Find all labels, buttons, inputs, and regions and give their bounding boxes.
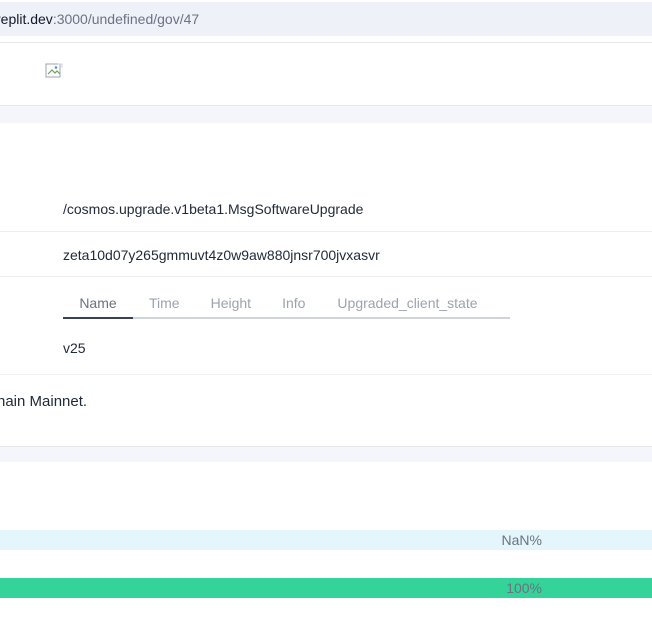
authority-row: zeta10d07y265gmmuvt4z0w9aw880jnsr700jvxa… (0, 232, 652, 277)
url-host: replit.dev (0, 11, 53, 27)
plan-row: Name Time Height Info Upgraded_client_st… (0, 277, 652, 375)
tally-progress-bar-2: 100% (0, 578, 652, 598)
message-type-value: /cosmos.upgrade.v1beta1.MsgSoftwareUpgra… (63, 201, 364, 217)
authority-value[interactable]: zeta10d07y265gmmuvt4z0w9aw880jnsr700jvxa… (63, 247, 380, 263)
section-divider (0, 447, 652, 462)
app-header: D (0, 42, 652, 106)
section-divider (0, 106, 652, 123)
tab-upgraded-client-state[interactable]: Upgraded_client_state (337, 289, 477, 319)
tab-height[interactable]: Height (211, 289, 251, 319)
tab-name[interactable]: Name (63, 289, 133, 319)
message-type-row: /cosmos.upgrade.v1beta1.MsgSoftwareUpgra… (0, 186, 652, 232)
plan-tabs: Name Time Height Info Upgraded_client_st… (63, 289, 510, 319)
broken-image-icon (45, 63, 63, 78)
browser-address-bar[interactable]: replit.dev:3000/undefined/gov/47 (0, 2, 652, 36)
proposal-description: hain Mainnet. (0, 393, 88, 410)
proposal-detail-card: /cosmos.upgrade.v1beta1.MsgSoftwareUpgra… (0, 123, 652, 447)
plan-name-value: v25 (63, 340, 86, 356)
tally-percent-label-2: 100% (506, 580, 542, 596)
tab-time[interactable]: Time (149, 289, 180, 319)
tally-percent-label-1: NaN% (501, 532, 542, 548)
tally-progress-bar-1: NaN% (0, 530, 652, 550)
tab-info[interactable]: Info (282, 289, 305, 319)
url-path: :3000/undefined/gov/47 (52, 11, 200, 27)
